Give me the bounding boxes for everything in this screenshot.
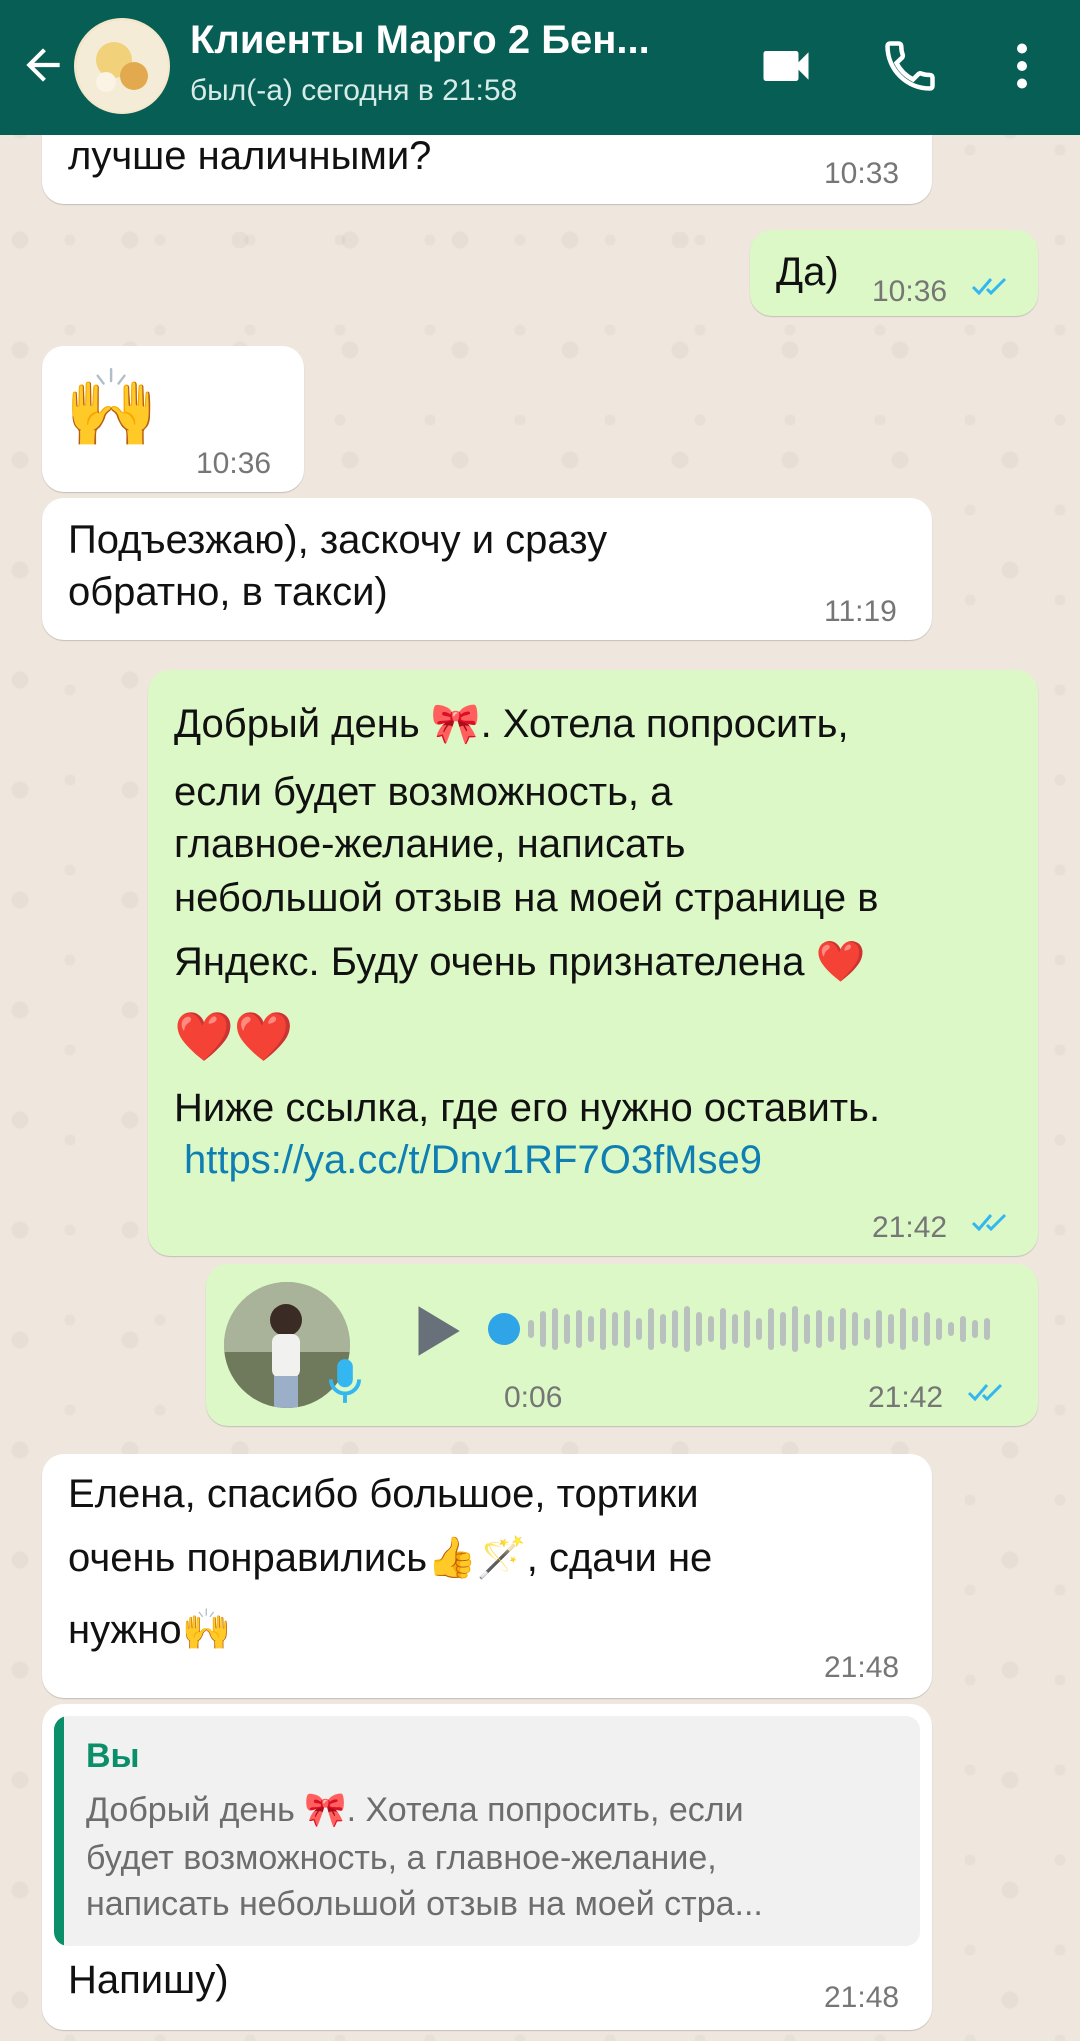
double-check-icon xyxy=(971,277,1007,296)
message-time: 21:42 xyxy=(872,1211,948,1244)
back-arrow-icon[interactable] xyxy=(18,40,68,90)
quote-text-line: будет возможность, а главное-желание, xyxy=(86,1839,717,1877)
phone-icon[interactable] xyxy=(880,36,940,96)
message-emoji: 🙌 xyxy=(64,363,159,452)
message-time: 21:48 xyxy=(824,1651,900,1684)
message-incoming[interactable]: Елена, спасибо большое, тортики очень по… xyxy=(42,1454,932,1698)
mic-icon xyxy=(328,1359,362,1403)
message-text-line: небольшой отзыв на моей странице в xyxy=(174,876,879,920)
message-text-line: Яндекс. Буду очень признателена ❤️ xyxy=(174,940,866,984)
message-outgoing[interactable]: Добрый день 🎀. Хотела попросить, если бу… xyxy=(148,670,1038,1256)
quote-text-line: написать небольшой отзыв на моей стра... xyxy=(86,1885,763,1923)
message-text-line: нужно🙌 xyxy=(68,1608,232,1652)
message-text-line: обратно, в такси) xyxy=(68,570,388,614)
message-incoming[interactable]: Вы Добрый день 🎀. Хотела попросить, если… xyxy=(42,1704,932,2030)
more-vert-icon[interactable] xyxy=(992,36,1052,96)
double-check-icon xyxy=(967,1383,1003,1402)
message-text-line: очень понравились👍🪄, сдачи не xyxy=(68,1536,713,1580)
message-text-line: главное-желание, написать xyxy=(174,822,686,866)
message-text: лучше наличными? xyxy=(68,134,432,178)
quote-text-line: Добрый день 🎀. Хотела попросить, если xyxy=(86,1791,744,1829)
chat-header: Клиенты Марго 2 Бен... был(-а) сегодня в… xyxy=(0,0,1080,135)
message-incoming[interactable]: Подъезжаю), заскочу и сразу обратно, в т… xyxy=(42,498,932,640)
message-outgoing[interactable]: Да) 10:36 xyxy=(750,230,1038,316)
chat-title[interactable]: Клиенты Марго 2 Бен... xyxy=(190,18,730,63)
double-check-icon xyxy=(971,1213,1007,1232)
message-time: 21:48 xyxy=(824,1981,900,2014)
message-text-line: ❤️❤️ xyxy=(174,1011,294,1064)
message-text-line: Елена, спасибо большое, тортики xyxy=(68,1472,699,1516)
message-time: 10:36 xyxy=(872,275,948,308)
message-text-line: Ниже ссылка, где его нужно оставить. xyxy=(174,1086,881,1130)
message-text-line: если будет возможность, а xyxy=(174,770,673,814)
review-link[interactable]: https://ya.cc/t/Dnv1RF7O3fMse9 xyxy=(184,1134,762,1187)
quoted-message[interactable]: Вы Добрый день 🎀. Хотела попросить, если… xyxy=(54,1716,920,1946)
last-seen-status: был(-а) сегодня в 21:58 xyxy=(190,74,518,107)
message-text-line: Добрый день 🎀. Хотела попросить, xyxy=(174,702,849,746)
play-icon[interactable] xyxy=(402,1298,468,1364)
voice-duration: 0:06 xyxy=(504,1381,563,1414)
message-text-line: Подъезжаю), заскочу и сразу xyxy=(68,518,608,562)
message-text: Напишу) xyxy=(68,1958,229,2002)
quote-accent-bar xyxy=(54,1716,64,1946)
message-text: Да) xyxy=(776,250,839,294)
message-time: 21:42 xyxy=(868,1381,944,1414)
voice-message[interactable]: 0:06 21:42 xyxy=(206,1264,1038,1426)
voice-waveform[interactable] xyxy=(486,1296,1006,1362)
message-time: 11:19 xyxy=(824,595,897,628)
message-time: 10:36 xyxy=(196,447,272,480)
quote-author: Вы xyxy=(86,1737,140,1775)
video-call-icon[interactable] xyxy=(756,36,816,96)
message-incoming[interactable]: 🙌 10:36 xyxy=(42,346,304,492)
message-time: 10:33 xyxy=(824,157,900,190)
contact-avatar[interactable] xyxy=(74,18,170,114)
